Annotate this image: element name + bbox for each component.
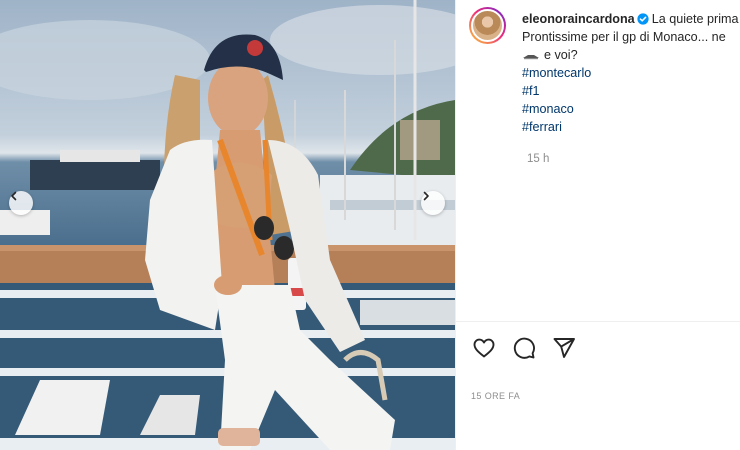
- hashtag-link-ferrari[interactable]: #ferrari: [522, 118, 740, 136]
- post-date[interactable]: 15 ORE FA: [471, 391, 520, 401]
- username-link[interactable]: eleonoraincardona: [522, 12, 635, 26]
- photo-illustration: [0, 0, 455, 450]
- like-button[interactable]: [472, 336, 496, 360]
- actions-divider: [456, 321, 740, 322]
- avatar-image: [471, 9, 504, 42]
- hashtag-link-monaco[interactable]: #monaco: [522, 100, 740, 118]
- caption-text-2: Prontissime per il gp di Monaco... ne: [522, 30, 726, 44]
- post-caption: eleonoraincardona La quiete prima Pronti…: [522, 10, 740, 136]
- post-side-panel: eleonoraincardona La quiete prima Pronti…: [456, 0, 740, 450]
- post-actions: [472, 336, 576, 360]
- caption-timestamp[interactable]: 15 h: [527, 153, 549, 165]
- avatar[interactable]: [469, 7, 506, 44]
- caption-text-1: La quiete prima: [651, 12, 739, 26]
- chevron-right-icon: [423, 191, 429, 201]
- paper-plane-icon: [553, 338, 575, 358]
- chevron-left-icon: [11, 191, 17, 201]
- hashtag-link-montecarlo[interactable]: #montecarlo: [522, 64, 740, 82]
- emoji-icon: [523, 54, 539, 59]
- comment-bubble-icon: [513, 337, 535, 359]
- prev-photo-button[interactable]: [9, 191, 33, 215]
- post-photo[interactable]: [0, 0, 455, 450]
- caption-third-line: e voi?: [522, 46, 740, 64]
- caption-text-3: e voi?: [544, 48, 578, 62]
- verified-badge-icon: [637, 13, 649, 25]
- heart-icon: [473, 338, 495, 358]
- next-photo-button[interactable]: [421, 191, 445, 215]
- comment-button[interactable]: [512, 336, 536, 360]
- caption-first-line: eleonoraincardona La quiete prima: [522, 10, 740, 28]
- hashtag-link-f1[interactable]: #f1: [522, 82, 740, 100]
- share-button[interactable]: [552, 336, 576, 360]
